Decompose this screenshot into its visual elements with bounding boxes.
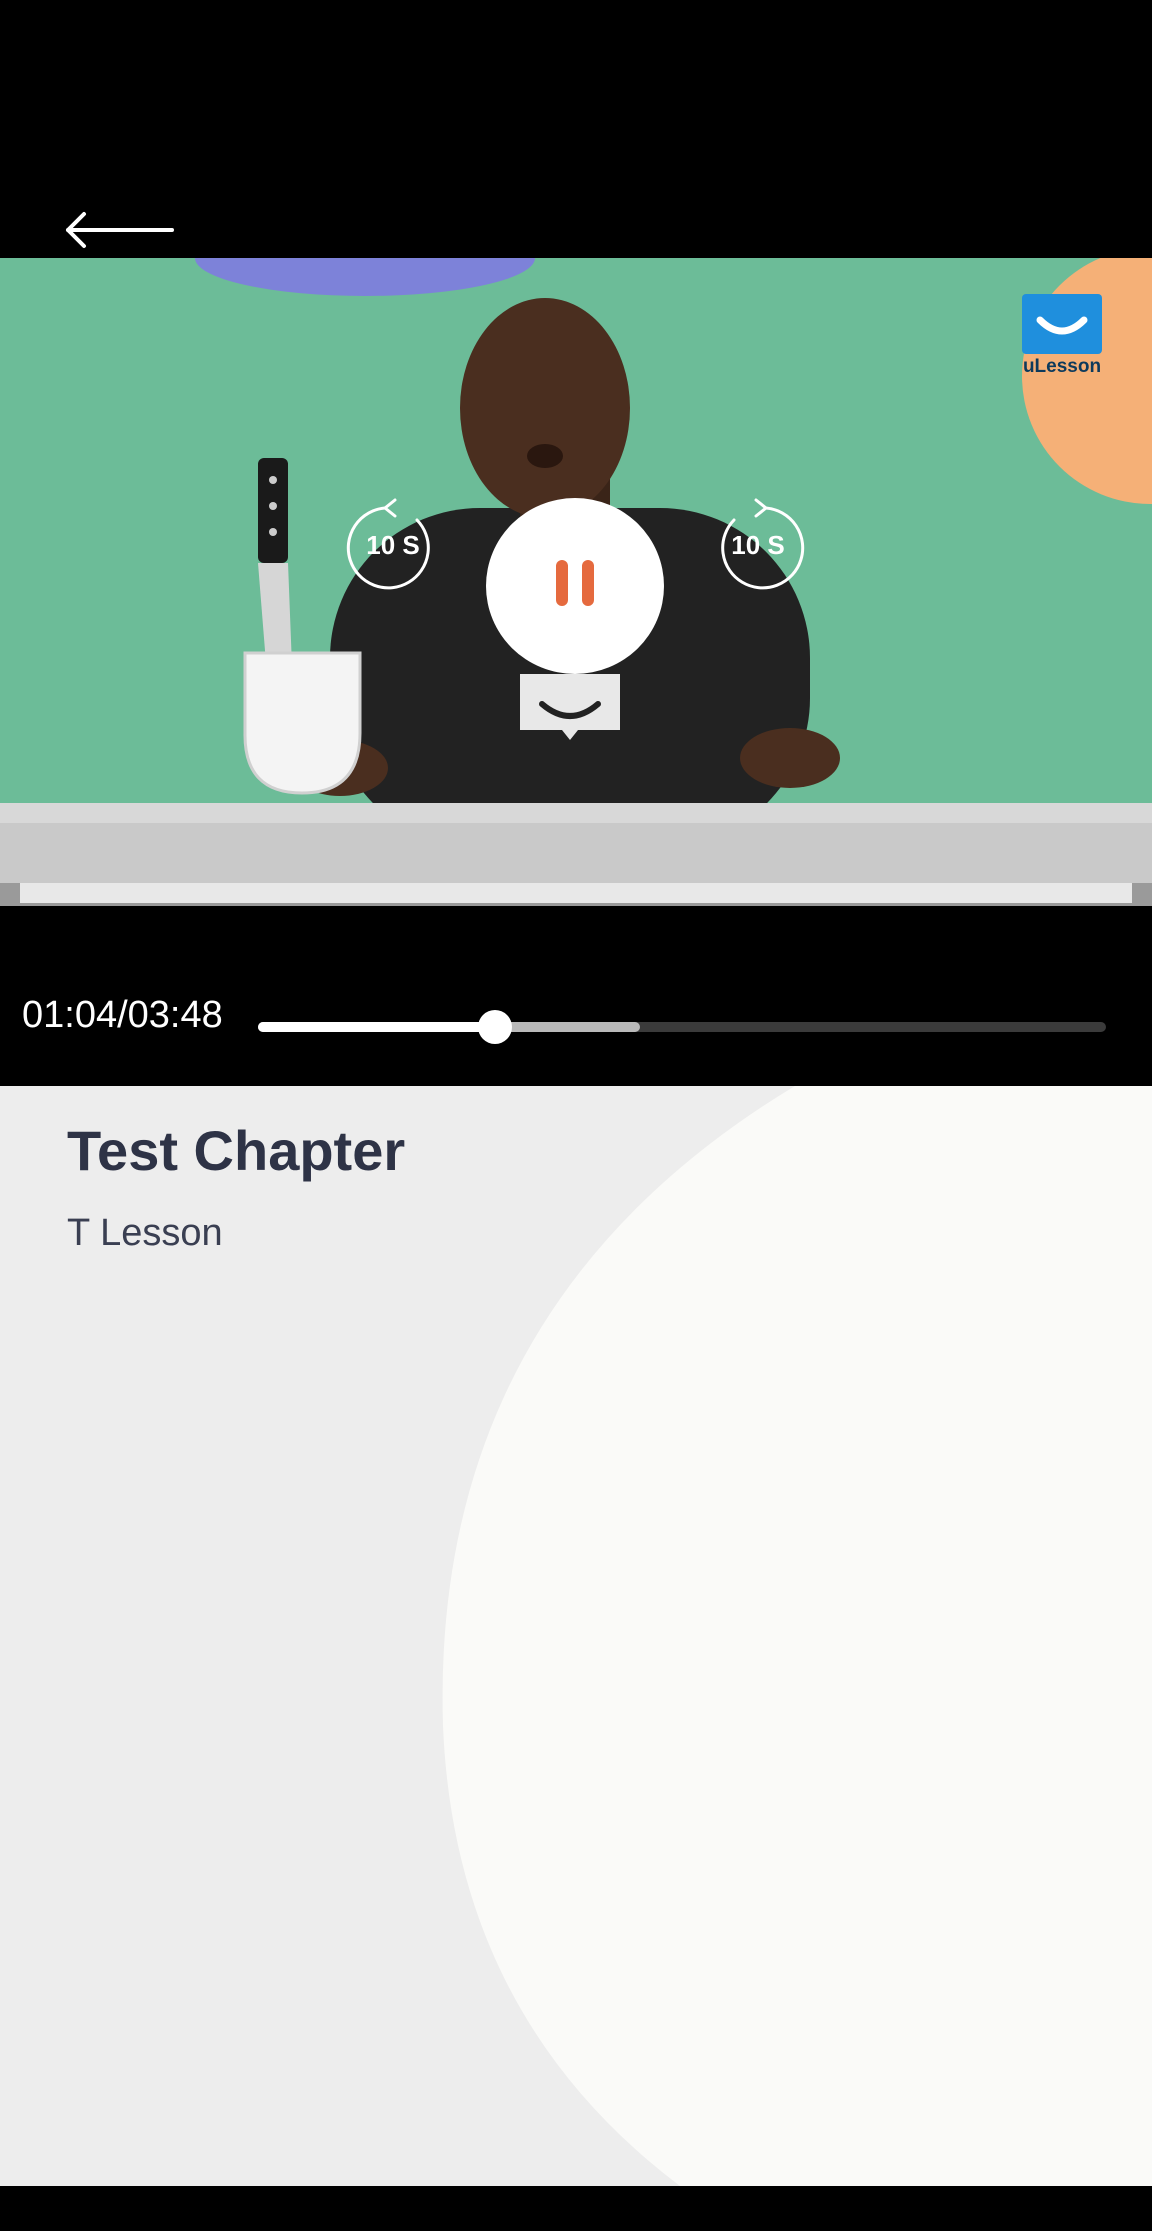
- seek-bar[interactable]: [258, 1010, 1106, 1044]
- video-player[interactable]: uLesson 10 S 10 S: [0, 258, 1152, 906]
- rewind-label: 10 S: [366, 530, 420, 560]
- seek-thumb[interactable]: [478, 1010, 513, 1044]
- chapter-title: Test Chapter: [67, 1119, 406, 1182]
- lesson-info-panel: Test Chapter T Lesson: [0, 1086, 1152, 2186]
- playback-bar: 01:04/03:48: [0, 906, 1152, 1086]
- top-bar: [0, 0, 1152, 258]
- back-button[interactable]: [60, 200, 180, 260]
- progress-bar: [258, 1022, 496, 1032]
- arrow-left-icon: [66, 212, 174, 248]
- pause-icon: [556, 560, 568, 606]
- pause-button[interactable]: [486, 498, 664, 674]
- lesson-name: T Lesson: [67, 1212, 223, 1254]
- player-controls: 10 S 10 S: [0, 258, 1152, 906]
- forward-10s-button[interactable]: 10 S: [710, 498, 806, 594]
- rewind-10s-button[interactable]: 10 S: [345, 498, 441, 594]
- forward-label: 10 S: [731, 530, 785, 560]
- bottom-bar: [0, 2186, 1152, 2231]
- pause-icon-bar: [582, 560, 594, 606]
- time-readout: 01:04/03:48: [22, 994, 223, 1036]
